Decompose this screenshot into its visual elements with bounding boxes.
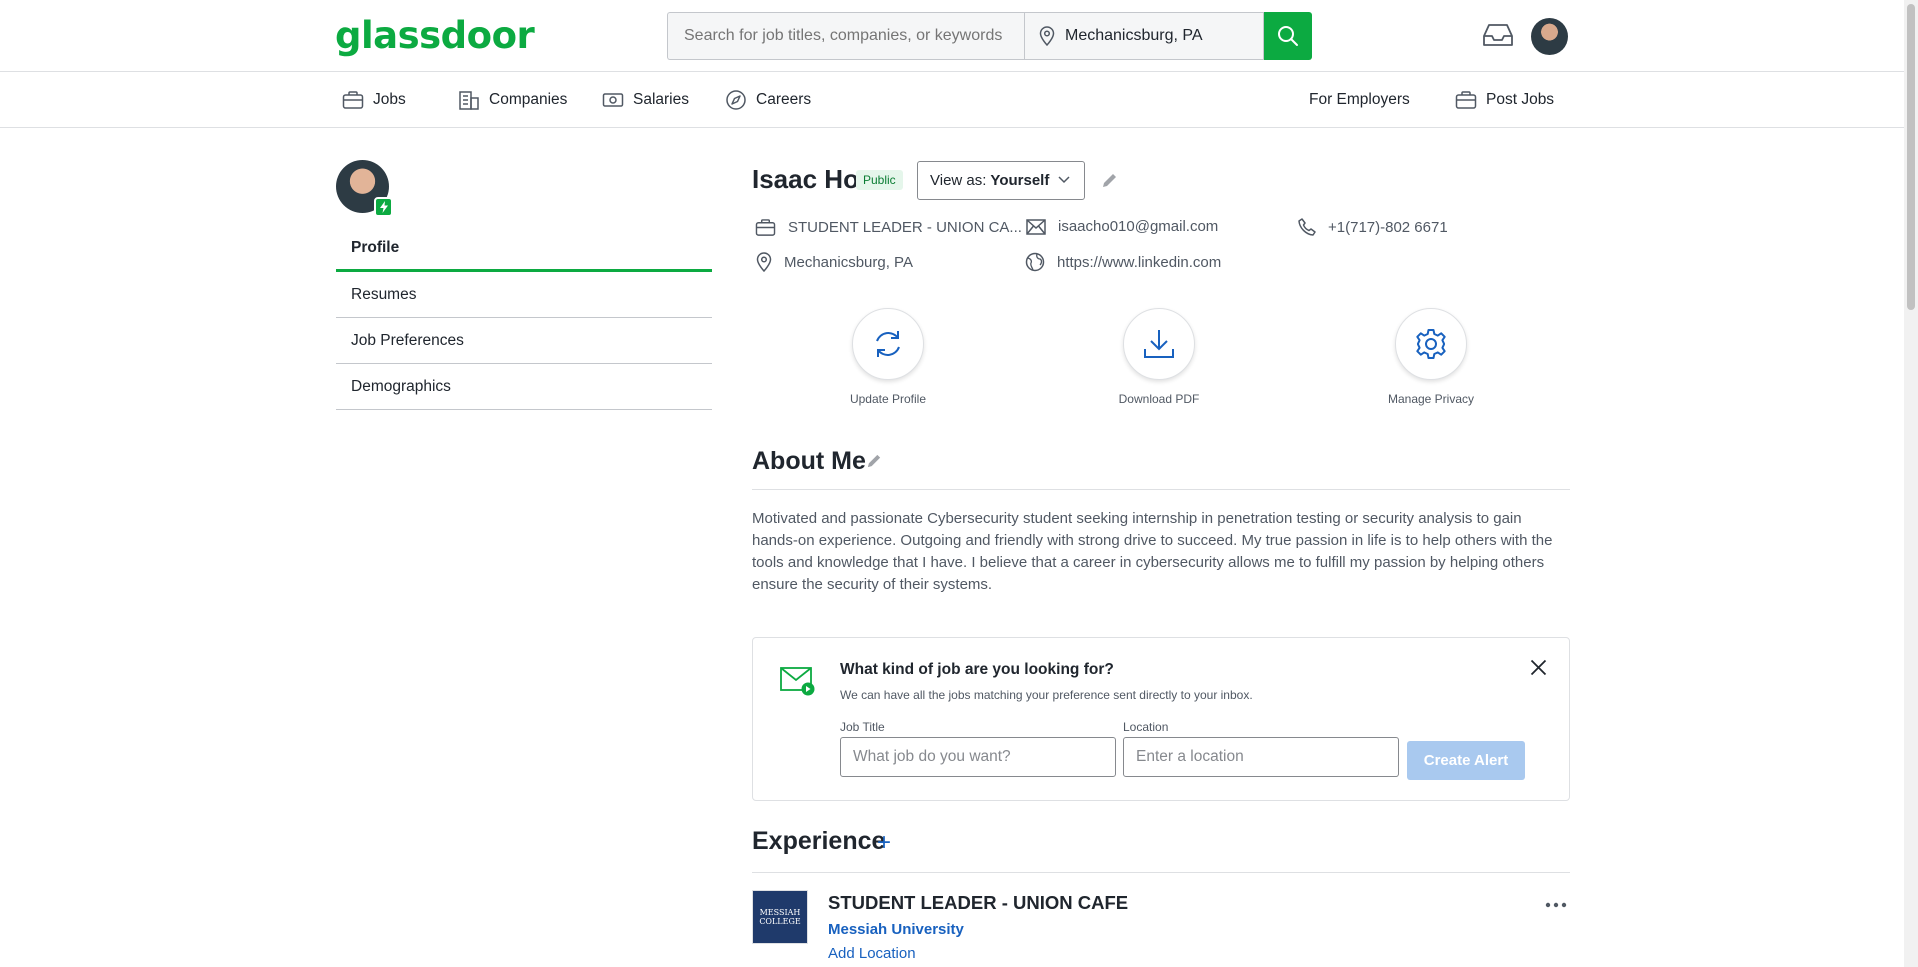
sidebar-item-resumes[interactable]: Resumes	[336, 272, 712, 318]
globe-icon	[1025, 252, 1045, 272]
nav-salaries[interactable]: Salaries	[602, 72, 689, 128]
edit-profile-pencil-icon[interactable]	[1101, 171, 1119, 194]
view-as-prefix: View as:	[930, 172, 987, 189]
gear-icon	[1416, 329, 1446, 359]
nav-careers-label: Careers	[756, 91, 812, 108]
job-title-input[interactable]	[840, 737, 1116, 777]
download-pdf-button[interactable]: Download PDF	[1099, 308, 1219, 406]
manage-privacy-label: Manage Privacy	[1387, 392, 1475, 406]
profile-location: Mechanicsburg, PA	[784, 253, 913, 271]
create-alert-button[interactable]: Create Alert	[1407, 741, 1525, 780]
nav-salaries-label: Salaries	[633, 91, 689, 108]
info-location: Mechanicsburg, PA	[756, 252, 913, 272]
nav-jobs-label: Jobs	[373, 91, 406, 108]
money-icon	[602, 93, 624, 107]
visibility-badge: Public	[856, 170, 903, 190]
update-profile-button[interactable]: Update Profile	[828, 308, 948, 406]
top-header: glassdoor	[0, 0, 1904, 72]
envelope-icon	[1026, 218, 1046, 235]
view-as-dropdown[interactable]: View as: Yourself	[917, 161, 1085, 200]
update-profile-label: Update Profile	[849, 392, 927, 406]
download-icon	[1144, 330, 1174, 358]
nav-post-jobs[interactable]: Post Jobs	[1455, 72, 1554, 128]
experience-heading: Experience	[752, 827, 885, 856]
nav-companies[interactable]: Companies	[458, 72, 567, 128]
manage-privacy-button[interactable]: Manage Privacy	[1371, 308, 1491, 406]
briefcase-icon	[755, 219, 776, 236]
post-jobs-label: Post Jobs	[1486, 91, 1555, 108]
experience-title: Experience	[752, 827, 886, 855]
user-avatar[interactable]	[1531, 18, 1568, 55]
main-nav: Jobs Companies Salaries Careers For Empl…	[0, 72, 1904, 128]
experience-company-link[interactable]: Messiah University	[828, 921, 964, 938]
more-options-icon[interactable]	[1545, 895, 1567, 913]
page-scrollbar[interactable]	[1904, 0, 1918, 967]
briefcase-icon	[342, 91, 364, 109]
refresh-icon	[876, 331, 900, 357]
job-alert-title: What kind of job are you looking for?	[840, 661, 1114, 678]
info-website: https://www.linkedin.com	[1025, 252, 1221, 272]
phone-icon	[1298, 218, 1316, 236]
email-alert-icon	[780, 666, 816, 701]
keyword-search-input[interactable]	[667, 12, 1024, 60]
profile-email: isaacho010@gmail.com	[1058, 218, 1219, 235]
search-button[interactable]	[1264, 12, 1312, 60]
profile-sidebar-menu: Profile Resumes Job Preferences Demograp…	[336, 226, 712, 410]
sidebar-item-job-preferences[interactable]: Job Preferences	[336, 318, 712, 364]
sidebar-item-profile[interactable]: Profile	[336, 226, 712, 272]
job-alert-card: What kind of job are you looking for? We…	[752, 637, 1570, 801]
glassdoor-logo[interactable]: glassdoor	[335, 14, 535, 57]
nav-jobs[interactable]: Jobs	[342, 72, 406, 128]
view-as-value: Yourself	[990, 172, 1050, 189]
profile-name: Isaac Ho	[752, 164, 859, 194]
briefcase-icon	[1455, 91, 1477, 109]
location-search-box[interactable]	[1024, 12, 1264, 60]
search-icon	[1278, 26, 1298, 46]
info-job-title: STUDENT LEADER - UNION CA...	[755, 218, 1022, 237]
close-icon[interactable]	[1530, 659, 1547, 681]
download-pdf-label: Download PDF	[1118, 392, 1200, 406]
company-logo-text: MESSIAH COLLEGE	[759, 908, 801, 926]
profile-phone: +1(717)-802 6671	[1328, 218, 1448, 236]
profile-website-link[interactable]: https://www.linkedin.com	[1057, 254, 1221, 271]
location-pin-icon	[756, 252, 772, 272]
nav-companies-label: Companies	[489, 91, 568, 108]
sidebar-item-demographics[interactable]: Demographics	[336, 364, 712, 410]
location-search-input[interactable]	[1065, 27, 1245, 45]
job-title-label: Job Title	[840, 720, 885, 734]
search-bar	[667, 12, 1312, 60]
experience-divider	[752, 872, 1570, 873]
location-label: Location	[1123, 720, 1169, 734]
compass-icon	[726, 90, 746, 110]
add-location-link[interactable]: Add Location	[828, 945, 916, 962]
nav-careers[interactable]: Careers	[725, 72, 811, 128]
info-email: isaacho010@gmail.com	[1026, 218, 1218, 235]
about-me-title: About Me	[752, 447, 866, 475]
scrollbar-thumb[interactable]	[1907, 4, 1915, 310]
profile-job-title: STUDENT LEADER - UNION CA...	[788, 219, 1022, 236]
messiah-university-logo: MESSIAH COLLEGE	[752, 890, 808, 944]
add-experience-button[interactable]: +	[877, 829, 891, 857]
about-divider	[752, 489, 1570, 490]
location-pin-icon	[1039, 26, 1055, 46]
lightning-badge-icon	[374, 197, 393, 217]
nav-for-employers[interactable]: For Employers	[1309, 72, 1410, 128]
edit-about-pencil-icon[interactable]	[866, 452, 883, 474]
building-icon	[459, 91, 479, 110]
about-me-heading: About Me	[752, 447, 866, 476]
experience-job-title: STUDENT LEADER - UNION CAFE	[828, 892, 1129, 913]
for-employers-label: For Employers	[1309, 91, 1410, 108]
about-me-text: Motivated and passionate Cybersecurity s…	[752, 510, 1553, 593]
inbox-icon[interactable]	[1482, 23, 1514, 52]
info-phone: +1(717)-802 6671	[1298, 218, 1448, 236]
alert-location-input[interactable]	[1123, 737, 1399, 777]
chevron-down-icon	[1058, 176, 1070, 184]
job-alert-subtitle: We can have all the jobs matching your p…	[840, 688, 1253, 702]
